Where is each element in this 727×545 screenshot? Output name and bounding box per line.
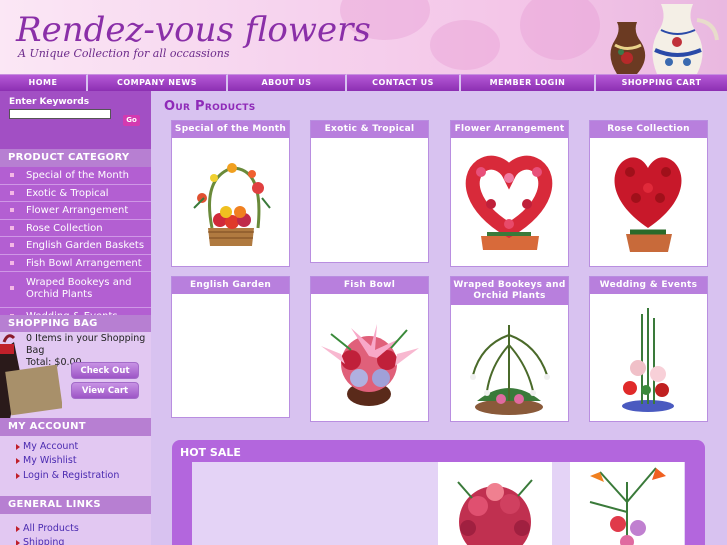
site-logo-title[interactable]: Rendez-vous flowers (16, 10, 371, 50)
hot-sale-item[interactable] (438, 462, 552, 545)
nav-contact-us[interactable]: CONTACT US (347, 74, 461, 91)
product-name: Special of the Month (172, 121, 289, 138)
nav-about-us[interactable]: ABOUT US (228, 74, 347, 91)
red-orchid-arrangement-icon (457, 479, 533, 545)
search-box: Enter Keywords Go (0, 91, 151, 149)
product-name: Fish Bowl Arrangement (311, 277, 428, 307)
category-item[interactable]: Fish Bowl Arrangement (0, 254, 151, 272)
shopping-bag-panel: 0 Items in your Shopping Bag Total: $0.0… (0, 332, 151, 419)
bullet-icon (10, 208, 14, 212)
category-item[interactable]: Rose Collection (0, 219, 151, 237)
rose-heart-icon (614, 157, 682, 252)
category-label: Special of the Month (26, 170, 129, 181)
checkout-button[interactable]: Check Out (71, 362, 139, 379)
search-input[interactable] (9, 109, 111, 119)
flower-basket-icon (193, 163, 271, 246)
link-label: Shipping (23, 537, 65, 545)
link-label: Login & Registration (23, 470, 120, 481)
category-label: Fish Bowl Arrangement (26, 257, 142, 269)
arrow-icon (16, 458, 20, 464)
page-title: Our Products (164, 99, 256, 114)
bullet-icon (10, 225, 14, 230)
category-label: Exotic & Tropical (26, 187, 109, 199)
my-account-link[interactable]: My Account (16, 441, 79, 452)
product-card[interactable]: Flower Arrangement (450, 120, 569, 267)
orchid-plant-icon (470, 325, 550, 415)
product-name: Wedding & Events (590, 277, 707, 294)
hot-sale-panel: HOT SALE (172, 440, 705, 545)
shopping-bag-heading: SHOPPING BAG (0, 315, 151, 333)
product-card[interactable]: Fish Bowl Arrangement (310, 276, 429, 422)
bird-of-paradise-arrangement-icon (589, 467, 666, 545)
product-image-placeholder (172, 294, 289, 417)
arrow-icon (16, 526, 20, 532)
bullet-icon (10, 173, 14, 177)
general-links-heading: GENERAL LINKS (0, 496, 151, 514)
bullet-icon (10, 190, 14, 195)
product-name: English Garden Baskets (172, 277, 289, 307)
product-name: Exotic & Tropical (311, 121, 428, 138)
product-name: Wraped Bookeys and Orchid Plants (451, 277, 568, 305)
product-card[interactable]: English Garden Baskets (171, 276, 290, 418)
nav-company-news[interactable]: COMPANY NEWS (88, 74, 228, 91)
shipping-link[interactable]: Shipping (16, 537, 65, 545)
category-item[interactable]: English Garden Baskets (0, 237, 151, 255)
arrow-icon (16, 473, 20, 479)
view-cart-button[interactable]: View Cart (71, 382, 139, 399)
arrow-icon (16, 444, 20, 450)
category-label: English Garden Baskets (26, 240, 145, 251)
category-item[interactable]: Wraped Bookeys and Orchid Plants (0, 272, 151, 308)
my-account-heading: MY ACCOUNT (0, 418, 151, 436)
header-banner: Rendez-vous flowers A Unique Collection … (0, 0, 727, 74)
nav-shopping-cart[interactable]: SHOPPING CART (596, 74, 727, 91)
product-card[interactable]: Rose Collection (589, 120, 708, 267)
site-tagline: A Unique Collection for all occassions (18, 47, 230, 60)
product-card[interactable]: Special of the Month (171, 120, 290, 267)
category-item[interactable]: Special of the Month (0, 167, 151, 185)
banner-decoration (430, 20, 500, 70)
main-nav: HOME COMPANY NEWS ABOUT US CONTACT US ME… (0, 74, 727, 91)
arrow-icon (16, 540, 20, 545)
category-label: Flower Arrangement (26, 205, 129, 216)
product-name: Flower Arrangement (451, 121, 568, 138)
link-label: My Account (23, 441, 79, 452)
category-list: Special of the Month Exotic & Tropical F… (0, 167, 151, 326)
product-card[interactable]: Wraped Bookeys and Orchid Plants (450, 276, 569, 422)
search-label: Enter Keywords (9, 97, 90, 107)
vases-image (610, 4, 719, 74)
bag-items-text: 0 Items in your Shopping Bag (26, 333, 146, 356)
bullet-icon (10, 286, 14, 290)
heart-flower-arrangement-icon (465, 155, 553, 250)
my-account-panel: My Account My Wishlist Login & Registrat… (0, 436, 151, 496)
all-products-link[interactable]: All Products (16, 523, 79, 534)
product-card[interactable]: Exotic & Tropical (310, 120, 429, 263)
product-name: Rose Collection (590, 121, 707, 138)
category-label: Wraped Bookeys and Orchid Plants (26, 277, 132, 300)
product-card[interactable]: Wedding & Events (589, 276, 708, 422)
hot-sale-item[interactable] (570, 462, 684, 545)
category-label: Rose Collection (26, 222, 103, 234)
product-image-placeholder (311, 138, 428, 262)
link-label: All Products (23, 523, 79, 534)
hot-sale-content (192, 462, 685, 545)
banner-decoration (520, 0, 600, 60)
lily-bowl-icon (321, 324, 419, 406)
sidebar: Enter Keywords Go PRODUCT CATEGORY Speci… (0, 91, 151, 545)
wedding-arrangement-icon (622, 308, 674, 412)
link-label: My Wishlist (23, 455, 77, 466)
nav-home[interactable]: HOME (0, 74, 88, 91)
category-item[interactable]: Flower Arrangement (0, 202, 151, 220)
nav-member-login[interactable]: MEMBER LOGIN (461, 74, 596, 91)
bullet-icon (10, 260, 14, 265)
hot-sale-title: HOT SALE (180, 446, 241, 459)
my-wishlist-link[interactable]: My Wishlist (16, 455, 77, 466)
product-category-heading: PRODUCT CATEGORY (0, 149, 151, 167)
category-item[interactable]: Exotic & Tropical (0, 184, 151, 202)
general-links-panel: All Products Shipping (0, 514, 151, 545)
login-registration-link[interactable]: Login & Registration (16, 470, 120, 481)
search-go-button[interactable]: Go (123, 115, 140, 126)
bullet-icon (10, 243, 14, 247)
